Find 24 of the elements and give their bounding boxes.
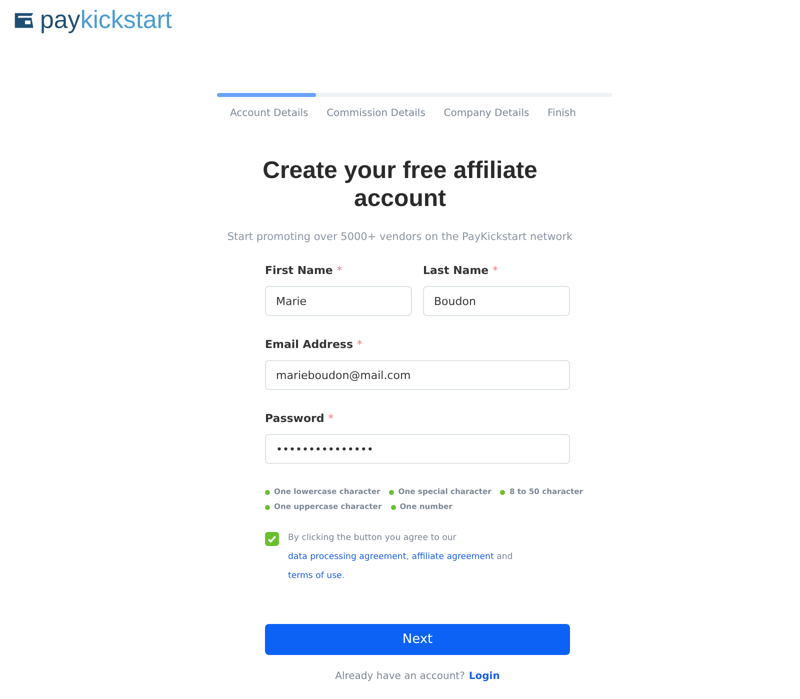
step-label: Company Details bbox=[444, 108, 530, 119]
subtitle: Start promoting over 5000+ vendors on the PayKickstart network bbox=[227, 231, 573, 243]
login-link[interactable]: Login bbox=[468, 671, 500, 682]
checkbox[interactable] bbox=[265, 532, 279, 546]
step-label: Finish bbox=[548, 108, 576, 119]
link[interactable]: affiliate agreement bbox=[412, 552, 494, 562]
field-label: First Name * bbox=[265, 264, 344, 278]
checkmark-icon bbox=[267, 534, 277, 544]
agreement-text: By clicking the button you agree to our data processing agreement, affiliate agreement and terms of use. bbox=[288, 532, 514, 583]
logo[interactable]: paykickstart bbox=[13, 7, 172, 33]
step-label: Commission Details bbox=[326, 108, 426, 119]
link[interactable]: terms of use bbox=[288, 571, 342, 581]
link[interactable]: data processing agreement bbox=[288, 552, 406, 562]
input-field[interactable]: Boudon bbox=[423, 286, 570, 316]
input-field[interactable]: ••••••••••••••• bbox=[265, 434, 570, 464]
footer-text: Already have an account? bbox=[335, 671, 465, 682]
page-title: Create your free affiliate account bbox=[262, 157, 538, 213]
input-field[interactable]: marieboudon@mail.com bbox=[265, 360, 570, 390]
field-label: Password * bbox=[265, 412, 335, 426]
next-button[interactable]: Next bbox=[265, 624, 570, 655]
field-label: Last Name * bbox=[423, 264, 499, 278]
field-label: Email Address * bbox=[265, 338, 364, 352]
input-field[interactable]: Marie bbox=[265, 286, 412, 316]
step-label: Account Details bbox=[230, 108, 308, 119]
